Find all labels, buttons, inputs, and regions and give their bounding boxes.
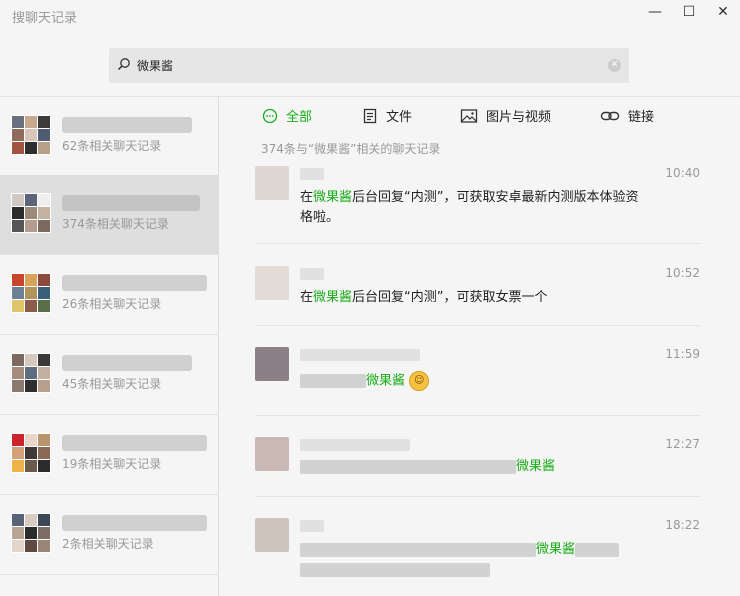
document-icon <box>363 108 377 123</box>
avatar <box>255 518 289 552</box>
result-item[interactable]: 11:59 微果酱 ☺ <box>255 347 700 416</box>
avatar <box>255 347 289 381</box>
conversation-item[interactable]: 26条相关聊天记录 <box>0 255 219 335</box>
result-item[interactable]: 18:22 微果酱 <box>255 518 700 588</box>
sender-name-redacted <box>300 520 324 532</box>
message-text: 在微果酱后台回复“内测”，可获取女票一个 <box>300 290 548 305</box>
message-time: 12:27 <box>665 437 700 451</box>
results-summary: 374条与“微果酱”相关的聊天记录 <box>261 142 441 156</box>
conversation-count: 26条相关聊天记录 <box>62 297 162 311</box>
search-value: 微果酱 <box>137 59 174 73</box>
tab-label: 图片与视频 <box>486 110 552 125</box>
tab-label: 文件 <box>386 110 413 125</box>
close-button[interactable]: ✕ <box>706 0 740 24</box>
conversation-item[interactable]: 2条相关聊天记录 <box>0 495 219 575</box>
conversation-item[interactable]: 62条相关聊天记录 <box>0 97 219 177</box>
conversation-count: 374条相关聊天记录 <box>62 217 169 231</box>
message-text: 微果酱 ☺ <box>300 371 640 392</box>
link-icon <box>600 111 620 120</box>
maximize-button[interactable]: ☐ <box>672 0 706 24</box>
sender-name-redacted <box>300 349 420 361</box>
conversation-name-redacted <box>62 515 207 531</box>
conversation-count: 62条相关聊天记录 <box>62 139 162 153</box>
chat-bubble-icon <box>262 108 278 123</box>
message-text: 微果酱 <box>300 540 640 580</box>
avatar <box>255 166 289 200</box>
conversation-count: 2条相关聊天记录 <box>62 537 154 551</box>
conversation-name-redacted <box>62 117 192 133</box>
group-avatar <box>11 433 51 473</box>
tab-links[interactable]: 链接 <box>600 106 654 125</box>
conversation-item[interactable]: 19条相关聊天记录 <box>0 415 219 495</box>
conversation-item[interactable]: 374条相关聊天记录 <box>0 175 219 255</box>
tab-images-videos[interactable]: 图片与视频 <box>460 106 551 125</box>
message-time: 10:40 <box>665 166 700 180</box>
result-item[interactable]: 12:27 微果酱 <box>255 437 700 497</box>
clear-search-icon[interactable]: ✕ <box>608 59 621 72</box>
result-item[interactable]: 10:52 在微果酱后台回复“内测”，可获取女票一个 <box>255 266 700 326</box>
sender-name-redacted <box>300 268 324 280</box>
conversation-count: 45条相关聊天记录 <box>62 377 162 391</box>
laughing-emoji-icon: ☺ <box>409 371 430 391</box>
conversation-name-redacted <box>62 355 192 371</box>
group-avatar <box>11 513 51 553</box>
avatar <box>255 437 289 471</box>
message-time: 10:52 <box>665 266 700 280</box>
conversation-name-redacted <box>62 195 200 211</box>
conversation-name-redacted <box>62 435 207 451</box>
search-input[interactable]: 微果酱 ✕ <box>109 48 629 83</box>
conversation-name-redacted <box>62 275 207 291</box>
search-icon <box>117 58 130 71</box>
avatar <box>255 266 289 300</box>
message-time: 18:22 <box>665 518 700 532</box>
minimize-button[interactable]: — <box>638 0 672 24</box>
tab-label: 全部 <box>286 110 313 125</box>
message-text: 微果酱 <box>300 457 640 477</box>
message-time: 11:59 <box>665 347 700 361</box>
conversation-item[interactable]: 45条相关聊天记录 <box>0 335 219 415</box>
sender-name-redacted <box>300 168 324 180</box>
group-avatar <box>11 193 51 233</box>
message-text: 在微果酱后台回复“内测”，可获取安卓最新内测版本体验资格啦。 <box>300 190 639 225</box>
title-bar: 搜聊天记录 — ☐ ✕ <box>0 0 740 30</box>
image-icon <box>460 108 478 123</box>
sender-name-redacted <box>300 439 410 451</box>
window-title: 搜聊天记录 <box>12 11 78 26</box>
group-avatar <box>11 115 51 155</box>
group-avatar <box>11 273 51 313</box>
group-avatar <box>11 353 51 393</box>
conversation-count: 19条相关聊天记录 <box>62 457 162 471</box>
window-controls: — ☐ ✕ <box>638 0 740 24</box>
result-item[interactable]: 10:40 在微果酱后台回复“内测”，可获取安卓最新内测版本体验资格啦。 <box>255 166 700 244</box>
tab-all[interactable]: 全部 <box>262 106 312 125</box>
tab-label: 链接 <box>628 110 655 125</box>
tab-files[interactable]: 文件 <box>362 106 412 125</box>
conversation-list: 62条相关聊天记录 374条相关聊天记录 26条相关聊天记录 45条相关聊天记录 <box>0 97 219 596</box>
